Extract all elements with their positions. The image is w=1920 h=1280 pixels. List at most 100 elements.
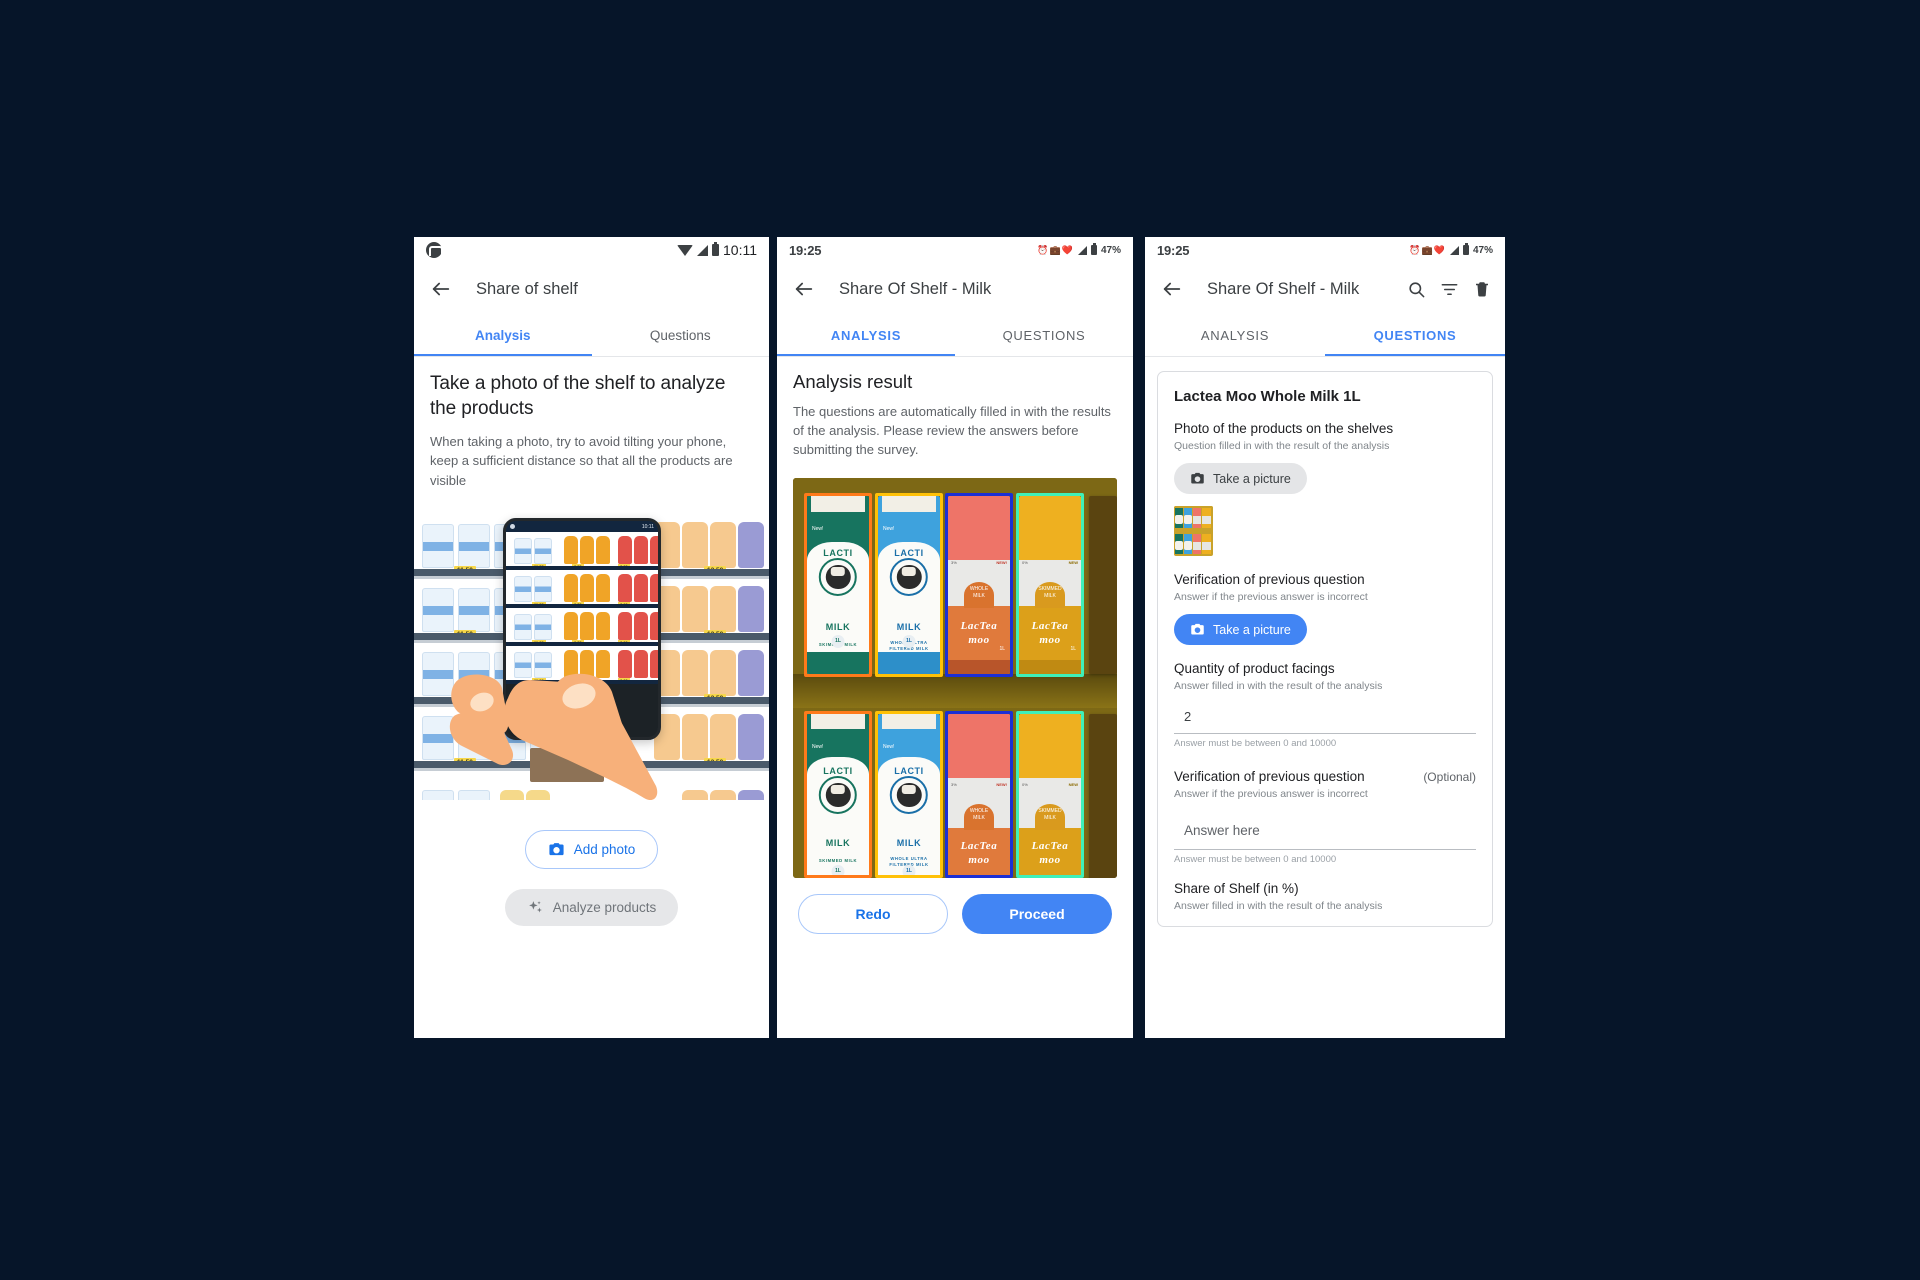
question-help: Answer if the previous answer is incorre… xyxy=(1174,591,1368,603)
question-help: Answer filled in with the result of the … xyxy=(1174,900,1383,912)
status-bar-time: 19:25 xyxy=(1157,242,1190,258)
shelf-photo-thumbnail[interactable] xyxy=(1174,506,1213,556)
page-heading: Analysis result xyxy=(793,371,913,392)
field-note: Answer must be between 0 and 10000 xyxy=(1174,854,1337,865)
tab-questions[interactable]: QUESTIONS xyxy=(955,315,1133,356)
redo-button[interactable]: Redo xyxy=(798,893,948,934)
verification-answer-placeholder: Answer here xyxy=(1184,823,1260,838)
take-a-picture-button-1[interactable]: Take a picture xyxy=(1174,463,1307,494)
phone-screen-analysis-result: 19:25 ⏰💼❤️ 47% Share Of Shelf - Milk ANA… xyxy=(777,237,1133,1038)
screenshot-canvas: 10:11 Share of shelf Analysis Questions … xyxy=(0,0,1920,1280)
question-card: Lactea Moo Whole Milk 1L Photo of the pr… xyxy=(1157,371,1493,927)
filter-icon[interactable] xyxy=(1440,280,1459,299)
camera-icon xyxy=(1190,622,1205,637)
status-bar-time: 19:25 xyxy=(789,242,822,258)
questions-scroll-area[interactable]: Lactea Moo Whole Milk 1L Photo of the pr… xyxy=(1145,357,1505,1038)
add-photo-label: Add photo xyxy=(573,842,636,858)
phone-screen-analysis-empty: 10:11 Share of shelf Analysis Questions … xyxy=(414,237,769,1038)
product-carton: New! LACTI MILK WHOLE ULTRA FILTERED MIL… xyxy=(878,495,940,674)
battery-percent: 47% xyxy=(1472,244,1493,256)
panel2-action-buttons: Redo Proceed xyxy=(777,878,1133,934)
status-bar-time: 10:11 xyxy=(723,242,757,258)
tab-bar: Analysis Questions xyxy=(414,315,769,356)
question-help: Answer if the previous answer is incorre… xyxy=(1174,788,1368,800)
tab-questions[interactable]: Questions xyxy=(592,315,770,356)
product-carton-partial xyxy=(1089,495,1117,674)
phone-screen-questions: 19:25 ⏰💼❤️ 47% Share Of Shelf - Milk ANA… xyxy=(1145,237,1505,1038)
take-a-picture-label: Take a picture xyxy=(1213,622,1291,637)
signal-icon xyxy=(697,244,708,256)
product-carton: 0% NEW SKIMMED MILK LacTea moo xyxy=(1019,713,1081,878)
illustration-hand xyxy=(448,620,660,801)
illustration-phone-time: 10:11 xyxy=(641,523,654,530)
question-item: Share of Shelf (in %) Answer filled in w… xyxy=(1174,881,1476,912)
question-label: Verification of previous question xyxy=(1174,572,1365,587)
page-title: Share Of Shelf - Milk xyxy=(1207,279,1360,298)
quantity-facings-value: 2 xyxy=(1184,709,1192,724)
panel1-content: Take a photo of the shelf to analyze the… xyxy=(414,357,769,927)
panel2-content: Analysis result The questions are automa… xyxy=(777,357,1133,878)
signal-icon xyxy=(1077,245,1087,255)
illustration-phone-statusbar: 10:11 xyxy=(506,521,658,533)
question-label: Share of Shelf (in %) xyxy=(1174,881,1299,896)
status-bar-icons: ⏰💼❤️ xyxy=(1037,244,1074,255)
question-label: Photo of the products on the shelves xyxy=(1174,421,1394,436)
question-label: Quantity of product facings xyxy=(1174,661,1335,676)
question-help: Question filled in with the result of th… xyxy=(1174,440,1390,452)
product-carton: 3% NEW! WHOLE MILK LacTea moo xyxy=(948,713,1010,878)
back-arrow-icon[interactable] xyxy=(1159,276,1185,302)
product-carton: New! LACTI MILK SKIMMED MILK 1L xyxy=(807,495,869,674)
status-bar: 10:11 xyxy=(414,237,769,263)
camera-icon xyxy=(1190,471,1205,486)
optional-badge: (Optional) xyxy=(1423,770,1476,784)
question-item: Verification of previous question (Optio… xyxy=(1174,765,1476,865)
tab-analysis[interactable]: ANALYSIS xyxy=(777,315,955,356)
page-subtext: When taking a photo, try to avoid tiltin… xyxy=(430,433,733,488)
question-item: Photo of the products on the shelves Que… xyxy=(1174,421,1476,556)
app-bar: Share Of Shelf - Milk xyxy=(777,263,1133,315)
quantity-facings-input[interactable]: 2 xyxy=(1174,704,1476,734)
page-heading: Take a photo of the shelf to analyze the… xyxy=(430,373,726,420)
product-carton: 3% NEW! WHOLE MILK LacTea moo 1L xyxy=(948,495,1010,674)
product-carton: New! LACTI MILK SKIMMED MILK 1L xyxy=(807,713,869,878)
back-arrow-icon[interactable] xyxy=(428,276,454,302)
back-arrow-icon[interactable] xyxy=(791,276,817,302)
battery-icon xyxy=(1462,243,1469,255)
camera-icon xyxy=(548,841,565,858)
battery-percent: 47% xyxy=(1100,244,1121,256)
page-title: Share of shelf xyxy=(476,279,578,298)
analysis-photo-with-detections[interactable]: New! LACTI MILK SKIMMED MILK 1L New! LAC… xyxy=(793,477,1117,878)
tab-analysis[interactable]: Analysis xyxy=(414,315,592,356)
add-photo-button[interactable]: Add photo xyxy=(524,830,659,870)
app-bar: Share Of Shelf - Milk xyxy=(1145,263,1505,315)
take-a-picture-label: Take a picture xyxy=(1213,471,1291,486)
question-item: Verification of previous question Answer… xyxy=(1174,572,1476,645)
signal-icon xyxy=(1449,245,1459,255)
delete-icon[interactable] xyxy=(1473,280,1491,298)
page-title: Share Of Shelf - Milk xyxy=(839,279,992,298)
question-item: Quantity of product facings Answer fille… xyxy=(1174,661,1476,749)
tab-questions[interactable]: QUESTIONS xyxy=(1325,315,1505,356)
question-label: Verification of previous question xyxy=(1174,769,1365,784)
tab-analysis[interactable]: ANALYSIS xyxy=(1145,315,1325,356)
app-bar: Share of shelf xyxy=(414,263,769,315)
shelf-photo-illustration: 11.50 12.50 11.50 12.50 xyxy=(414,512,769,801)
analyze-products-button[interactable]: Analyze products xyxy=(504,889,679,927)
panel1-action-buttons: Add photo Analyze products xyxy=(430,830,753,927)
proceed-button[interactable]: Proceed xyxy=(962,893,1112,934)
motorola-logo xyxy=(426,242,443,258)
tab-bar: ANALYSIS QUESTIONS xyxy=(1145,315,1505,356)
search-icon[interactable] xyxy=(1407,280,1426,299)
battery-icon xyxy=(1090,243,1097,255)
sparkle-icon xyxy=(527,899,544,916)
tab-bar: ANALYSIS QUESTIONS xyxy=(777,315,1133,356)
status-bar: 19:25 ⏰💼❤️ 47% xyxy=(1145,237,1505,263)
question-help: Answer filled in with the result of the … xyxy=(1174,680,1383,692)
page-subtext: The questions are automatically filled i… xyxy=(793,404,1111,458)
analyze-products-label: Analyze products xyxy=(552,900,657,916)
wifi-icon xyxy=(677,244,693,256)
status-bar-icons: ⏰💼❤️ xyxy=(1409,244,1446,255)
status-bar: 19:25 ⏰💼❤️ 47% xyxy=(777,237,1133,263)
take-a-picture-button-2[interactable]: Take a picture xyxy=(1174,614,1307,645)
verification-answer-input[interactable]: Answer here xyxy=(1174,812,1476,850)
